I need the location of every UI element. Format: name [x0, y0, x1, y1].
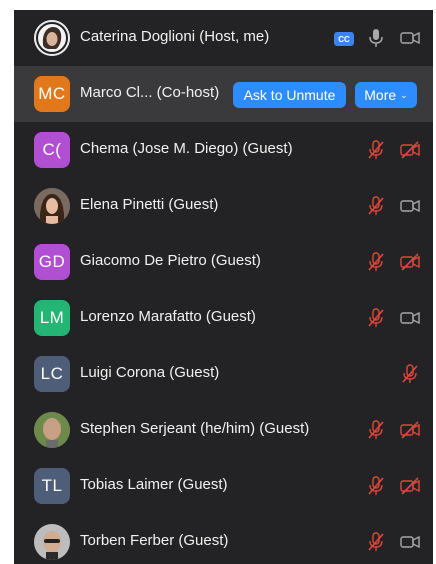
ask-to-unmute-button[interactable]: Ask to Unmute	[233, 82, 346, 108]
avatar: LM	[34, 300, 70, 336]
participant-name: Torben Ferber (Guest)	[80, 532, 229, 549]
avatar: MC	[34, 76, 70, 112]
participant-row[interactable]: Caterina Doglioni (Host, me) CC	[14, 10, 433, 66]
participant-name: Elena Pinetti (Guest)	[80, 196, 219, 213]
participant-row[interactable]: Torben Ferber (Guest)	[14, 514, 433, 564]
microphone-muted-icon[interactable]	[399, 363, 421, 385]
participant-row[interactable]: Elena Pinetti (Guest)	[14, 178, 433, 234]
avatar	[34, 188, 70, 224]
video-camera-off-icon[interactable]	[399, 251, 421, 273]
participant-row[interactable]: TL Tobias Laimer (Guest)	[14, 458, 433, 514]
participant-name: Stephen Serjeant (he/him) (Guest)	[80, 420, 310, 437]
microphone-muted-icon[interactable]	[365, 139, 387, 161]
video-camera-icon[interactable]	[399, 27, 421, 49]
video-camera-icon[interactable]	[399, 531, 421, 553]
microphone-muted-icon[interactable]	[365, 475, 387, 497]
microphone-muted-icon[interactable]	[365, 307, 387, 329]
participant-row[interactable]: GD Giacomo De Pietro (Guest)	[14, 234, 433, 290]
chevron-down-icon: ⌄	[400, 89, 408, 100]
participant-name: Caterina Doglioni (Host, me)	[80, 28, 270, 45]
participant-row[interactable]: C( Chema (Jose M. Diego) (Guest)	[14, 122, 433, 178]
closed-caption-badge: CC	[334, 32, 354, 46]
avatar	[34, 412, 70, 448]
participant-name: Chema (Jose M. Diego) (Guest)	[80, 140, 293, 157]
video-camera-off-icon[interactable]	[399, 475, 421, 497]
participant-row[interactable]: Stephen Serjeant (he/him) (Guest)	[14, 402, 433, 458]
participant-row[interactable]: MC Marco Cl... (Co-host) Ask to Unmute M…	[14, 66, 433, 122]
avatar: GD	[34, 244, 70, 280]
video-camera-off-icon[interactable]	[399, 419, 421, 441]
participant-name: Lorenzo Marafatto (Guest)	[80, 308, 256, 325]
video-camera-off-icon[interactable]	[399, 139, 421, 161]
avatar: C(	[34, 132, 70, 168]
microphone-muted-icon[interactable]	[365, 195, 387, 217]
participant-row[interactable]: LM Lorenzo Marafatto (Guest)	[14, 290, 433, 346]
avatar: TL	[34, 468, 70, 504]
participant-name: Tobias Laimer (Guest)	[80, 476, 228, 493]
microphone-muted-icon[interactable]	[365, 531, 387, 553]
participant-name: Giacomo De Pietro (Guest)	[80, 252, 261, 269]
video-camera-icon[interactable]	[399, 195, 421, 217]
video-camera-icon[interactable]	[399, 307, 421, 329]
microphone-muted-icon[interactable]	[365, 419, 387, 441]
avatar	[34, 524, 70, 560]
participant-row[interactable]: LC Luigi Corona (Guest)	[14, 346, 433, 402]
participants-panel: Caterina Doglioni (Host, me) CC MC Marco…	[14, 10, 433, 564]
microphone-muted-icon[interactable]	[365, 251, 387, 273]
avatar: LC	[34, 356, 70, 392]
participant-name: Marco Cl... (Co-host)	[80, 84, 220, 101]
participant-name: Luigi Corona (Guest)	[80, 364, 220, 381]
more-button[interactable]: More ⌄	[355, 82, 417, 108]
microphone-icon[interactable]	[365, 27, 387, 49]
avatar	[34, 20, 70, 56]
